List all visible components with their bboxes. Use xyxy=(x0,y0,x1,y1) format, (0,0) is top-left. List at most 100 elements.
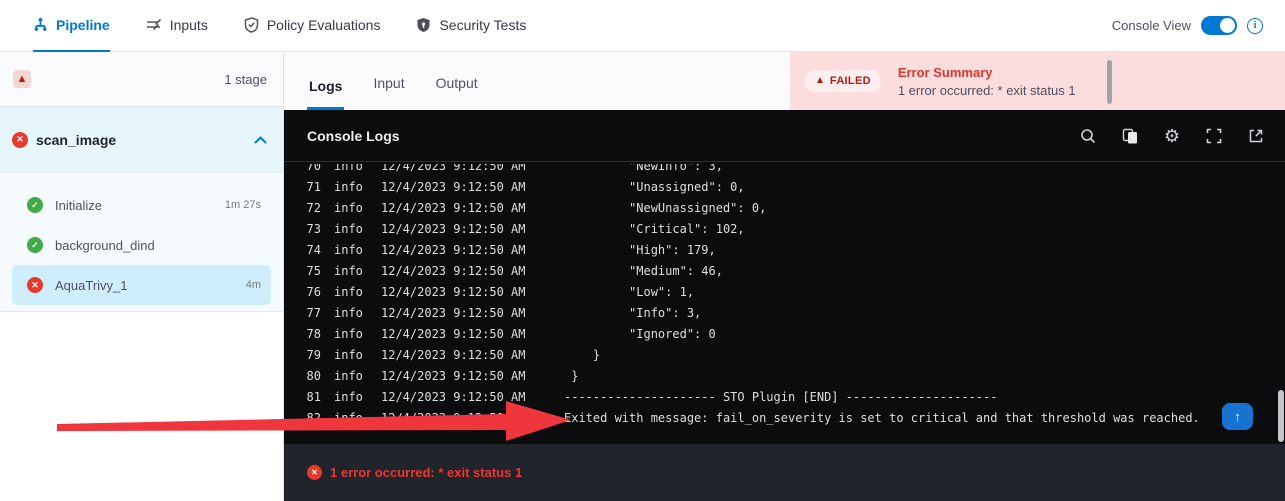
execution-sidebar: ▲ 1 stage ✕ scan_image ✓ Initialize 1m 2… xyxy=(0,52,284,501)
log-message: "Critical": 102, xyxy=(564,222,745,236)
log-message: --------------------- STO Plugin [END] -… xyxy=(564,390,997,404)
log-level: info xyxy=(334,324,364,345)
log-timestamp: 12/4/2023 9:12:50 AM xyxy=(381,177,527,198)
stage-row-scan-image[interactable]: ✕ scan_image xyxy=(0,107,283,173)
fullscreen-icon[interactable] xyxy=(1205,127,1223,145)
tab-logs[interactable]: Logs xyxy=(307,78,344,110)
error-circle-icon: ✕ xyxy=(307,465,322,480)
inputs-icon xyxy=(146,18,162,32)
step-list: ✓ Initialize 1m 27s ✓ background_dind ✕ … xyxy=(0,173,283,312)
log-line-number: 75 xyxy=(305,261,321,282)
info-icon[interactable]: i xyxy=(1247,18,1263,34)
console-header: Console Logs ⚙ xyxy=(284,110,1285,162)
top-nav: Pipeline Inputs Policy Evaluations Secur… xyxy=(0,0,1285,52)
nav-tab-label: Policy Evaluations xyxy=(267,17,381,33)
nav-tab-security-tests[interactable]: Security Tests xyxy=(416,0,526,52)
log-line-number: 80 xyxy=(305,366,321,387)
log-timestamp: 12/4/2023 9:12:50 AM xyxy=(381,198,527,219)
log-line: 70info12/4/2023 9:12:50 AM "NewInfo": 3, xyxy=(284,164,1285,177)
main-panel: Logs Input Output ▲ FAILED Error Summary… xyxy=(284,52,1285,501)
step-name: background_dind xyxy=(55,238,155,253)
log-line-number: 71 xyxy=(305,177,321,198)
log-line: 73info12/4/2023 9:12:50 AM "Critical": 1… xyxy=(284,219,1285,240)
log-line: 75info12/4/2023 9:12:50 AM "Medium": 46, xyxy=(284,261,1285,282)
log-scrollbar-thumb[interactable] xyxy=(1278,390,1284,442)
log-message: "Low": 1, xyxy=(564,285,694,299)
console-title: Console Logs xyxy=(307,128,400,144)
log-level: info xyxy=(334,408,364,429)
gear-icon[interactable]: ⚙ xyxy=(1163,127,1181,145)
log-line: 76info12/4/2023 9:12:50 AM "Low": 1, xyxy=(284,282,1285,303)
log-viewport[interactable]: 70info12/4/2023 9:12:50 AM "NewInfo": 3,… xyxy=(284,164,1285,444)
nav-tab-policy-evaluations[interactable]: Policy Evaluations xyxy=(244,0,381,52)
nav-tab-label: Pipeline xyxy=(56,17,110,33)
log-message: "High": 179, xyxy=(564,243,716,257)
log-message: "Unassigned": 0, xyxy=(564,180,745,194)
failed-badge-label: FAILED xyxy=(830,75,871,87)
log-timestamp: 12/4/2023 9:12:50 AM xyxy=(381,387,527,408)
step-row-initialize[interactable]: ✓ Initialize 1m 27s xyxy=(12,185,271,225)
console-view-toggle[interactable] xyxy=(1201,16,1237,35)
scroll-to-top-button[interactable]: ↑ xyxy=(1222,403,1253,430)
log-level: info xyxy=(334,303,364,324)
log-message: } xyxy=(564,369,578,383)
pipeline-icon xyxy=(33,17,48,32)
log-timestamp: 12/4/2023 9:12:50 AM xyxy=(381,303,527,324)
tab-input[interactable]: Input xyxy=(371,75,406,110)
step-row-aquatrivy[interactable]: ✕ AquaTrivy_1 4m xyxy=(12,265,271,305)
log-line-number: 72 xyxy=(305,198,321,219)
footer-error-bar: ✕ 1 error occurred: * exit status 1 xyxy=(284,444,1285,501)
policy-shield-check-icon xyxy=(244,17,259,33)
step-failed-icon: ✕ xyxy=(27,277,43,293)
nav-tab-inputs[interactable]: Inputs xyxy=(146,0,208,52)
nav-tab-pipeline[interactable]: Pipeline xyxy=(33,0,110,52)
log-timestamp: 12/4/2023 9:12:50 AM xyxy=(381,366,527,387)
step-row-background-dind[interactable]: ✓ background_dind xyxy=(12,225,271,265)
log-timestamp: 12/4/2023 9:12:50 AM xyxy=(381,408,527,429)
log-level: info xyxy=(334,366,364,387)
log-line-number: 74 xyxy=(305,240,321,261)
arrow-up-icon: ↑ xyxy=(1234,409,1241,424)
log-message: "Ignored": 0 xyxy=(564,327,716,341)
step-success-icon: ✓ xyxy=(27,237,43,253)
log-level: info xyxy=(334,177,364,198)
toggle-knob xyxy=(1220,18,1235,33)
log-timestamp: 12/4/2023 9:12:50 AM xyxy=(381,240,527,261)
log-line: 78info12/4/2023 9:12:50 AM "Ignored": 0 xyxy=(284,324,1285,345)
log-level: info xyxy=(334,282,364,303)
copy-icon[interactable] xyxy=(1121,127,1139,145)
step-duration: 1m 27s xyxy=(225,199,261,211)
log-line: 74info12/4/2023 9:12:50 AM "High": 179, xyxy=(284,240,1285,261)
warning-chip[interactable]: ▲ xyxy=(13,70,31,88)
step-duration: 4m xyxy=(246,279,261,291)
console-logs-panel: Console Logs ⚙ xyxy=(284,110,1285,444)
stage-count: 1 stage xyxy=(224,72,267,87)
log-level: info xyxy=(334,219,364,240)
warning-triangle-icon: ▲ xyxy=(17,74,28,85)
step-name: AquaTrivy_1 xyxy=(55,278,128,293)
log-timestamp: 12/4/2023 9:12:50 AM xyxy=(381,164,527,177)
log-message: "Medium": 46, xyxy=(564,264,723,278)
chevron-up-icon[interactable] xyxy=(254,131,267,149)
footer-error-text: 1 error occurred: * exit status 1 xyxy=(330,465,522,480)
nav-tab-label: Security Tests xyxy=(439,17,526,33)
nav-tab-label: Inputs xyxy=(170,17,208,33)
log-line-number: 77 xyxy=(305,303,321,324)
banner-scrollbar-thumb[interactable] xyxy=(1107,60,1112,104)
log-level: info xyxy=(334,164,364,177)
log-timestamp: 12/4/2023 9:12:50 AM xyxy=(381,261,527,282)
log-line-number: 73 xyxy=(305,219,321,240)
open-in-new-icon[interactable] xyxy=(1247,127,1265,145)
stage-failed-icon: ✕ xyxy=(12,132,28,148)
log-level: info xyxy=(334,198,364,219)
log-message: "NewUnassigned": 0, xyxy=(564,201,766,215)
search-icon[interactable] xyxy=(1079,127,1097,145)
log-line: 80 info 12/4/2023 9:12:50 AM } xyxy=(284,366,1285,387)
tab-output[interactable]: Output xyxy=(434,75,480,110)
step-name: Initialize xyxy=(55,198,102,213)
log-message: } xyxy=(564,348,600,362)
log-line: 77info12/4/2023 9:12:50 AM "Info": 3, xyxy=(284,303,1285,324)
log-line-number: 70 xyxy=(305,164,321,177)
warning-triangle-icon: ▲ xyxy=(815,76,825,86)
log-message: Exited with message: fail_on_severity is… xyxy=(564,411,1200,425)
